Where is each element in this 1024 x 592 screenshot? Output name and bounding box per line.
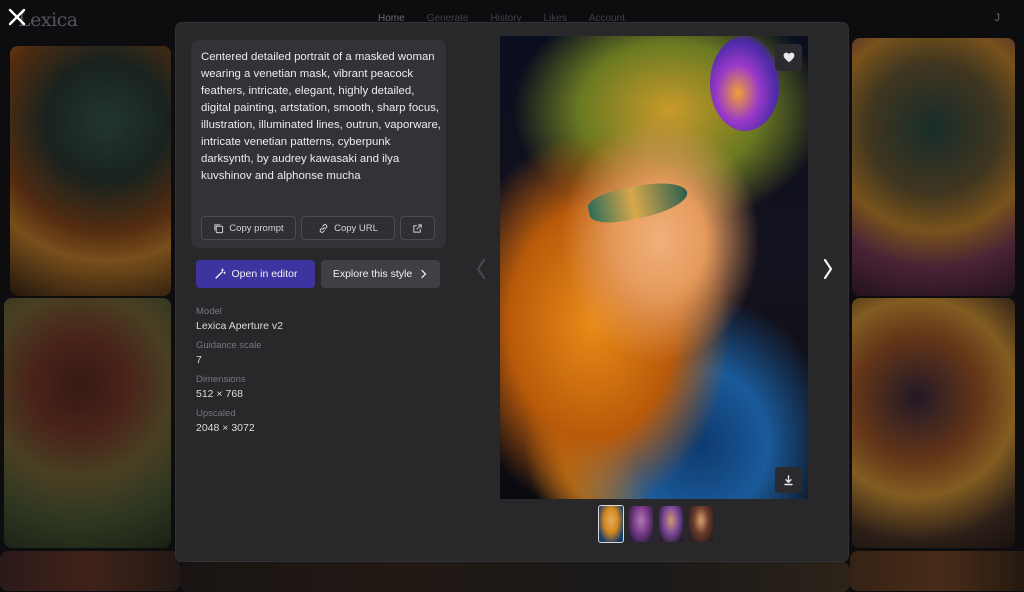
chevron-right-icon	[421, 269, 427, 279]
open-in-new-tab-button[interactable]	[400, 216, 435, 240]
user-avatar[interactable]: J	[995, 12, 1001, 24]
gallery-tile[interactable]	[4, 298, 171, 548]
prompt-text: Centered detailed portrait of a masked w…	[201, 51, 441, 182]
upscaled-value: 2048 × 3072	[196, 422, 255, 434]
chevron-right-icon	[823, 258, 833, 280]
previous-image-button[interactable]	[471, 251, 491, 287]
gallery-tile[interactable]	[0, 551, 180, 591]
model-detail: Model Lexica Aperture v2	[196, 306, 396, 333]
gallery-tile[interactable]	[180, 562, 850, 592]
explore-style-label: Explore this style	[332, 268, 413, 280]
open-in-editor-label: Open in editor	[231, 268, 298, 280]
guidance-scale-detail: Guidance scale 7	[196, 340, 396, 367]
gallery-tile[interactable]	[850, 551, 1024, 591]
generated-image[interactable]	[500, 36, 808, 499]
dimensions-label: Dimensions	[196, 374, 246, 385]
copy-url-label: Copy URL	[334, 222, 378, 234]
upscaled-detail: Upscaled 2048 × 3072	[196, 408, 396, 435]
gallery-tile[interactable]	[10, 46, 171, 296]
explore-style-button[interactable]: Explore this style	[321, 260, 440, 288]
close-icon	[8, 8, 26, 26]
copy-prompt-label: Copy prompt	[229, 222, 284, 234]
open-in-editor-button[interactable]: Open in editor	[196, 260, 315, 288]
upscaled-label: Upscaled	[196, 408, 236, 419]
dimensions-detail: Dimensions 512 × 768	[196, 374, 396, 401]
copy-url-button[interactable]: Copy URL	[301, 216, 395, 240]
variation-thumbnail[interactable]	[629, 506, 653, 542]
guidance-scale-value: 7	[196, 354, 202, 366]
link-icon	[319, 223, 328, 233]
model-value: Lexica Aperture v2	[196, 320, 283, 332]
magic-wand-icon	[214, 268, 226, 279]
close-button[interactable]	[5, 5, 29, 29]
heart-icon	[783, 52, 794, 63]
variation-thumbnail[interactable]	[659, 506, 683, 542]
like-button[interactable]	[775, 44, 802, 71]
guidance-scale-label: Guidance scale	[196, 340, 262, 351]
image-variations	[598, 505, 713, 543]
variation-thumbnail[interactable]	[598, 505, 624, 543]
model-label: Model	[196, 306, 222, 317]
prompt-card: Centered detailed portrait of a masked w…	[191, 40, 446, 248]
image-detail-modal: Centered detailed portrait of a masked w…	[176, 23, 848, 561]
venetian-mask-detail	[585, 175, 691, 229]
external-link-icon	[413, 223, 422, 233]
variation-thumbnail[interactable]	[689, 506, 713, 542]
chevron-left-icon	[476, 258, 486, 280]
next-image-button[interactable]	[818, 251, 838, 287]
download-button[interactable]	[775, 467, 802, 493]
download-icon	[784, 474, 793, 485]
copy-icon	[214, 223, 224, 233]
peacock-feather-detail	[710, 36, 780, 131]
copy-prompt-button[interactable]: Copy prompt	[201, 216, 296, 240]
dimensions-value: 512 × 768	[196, 388, 244, 400]
gallery-tile[interactable]	[852, 38, 1015, 296]
gallery-tile[interactable]	[852, 298, 1015, 548]
